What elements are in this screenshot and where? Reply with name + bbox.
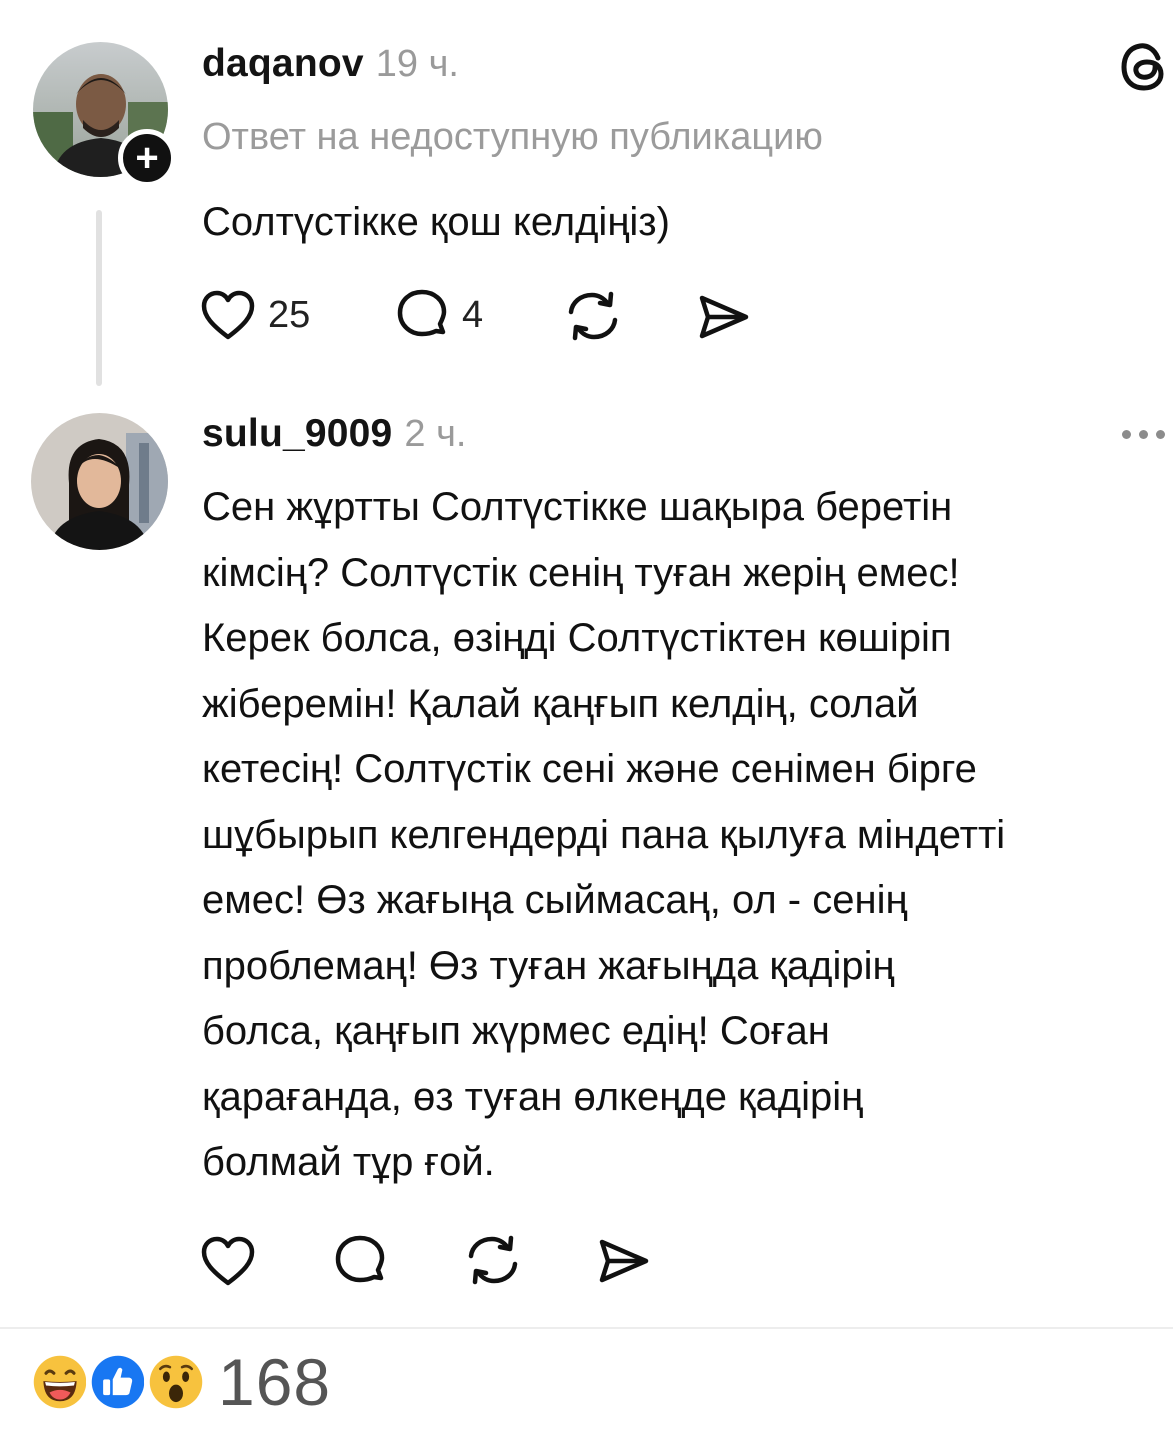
send-icon [599, 1239, 649, 1283]
reactions-summary[interactable]: 168 [28, 1344, 331, 1420]
more-options-button[interactable] [1122, 426, 1172, 442]
like-button[interactable]: 25 [200, 288, 310, 342]
threads-logo-icon[interactable] [1120, 40, 1170, 94]
like-button[interactable] [200, 1234, 256, 1293]
reply-note[interactable]: Ответ на недоступную публикацию [202, 116, 823, 159]
repost-icon [468, 1235, 518, 1285]
share-button[interactable] [596, 1234, 652, 1293]
post-text: Сен жұртты Солтүстікке шақыра беретін кі… [202, 485, 1006, 1184]
thread-line [96, 210, 102, 386]
comment-icon [397, 289, 447, 337]
post-header: daqanov 19 ч. [202, 42, 459, 86]
follow-button[interactable]: + [118, 129, 176, 187]
share-button[interactable] [696, 290, 752, 349]
ellipsis-icon [1122, 429, 1165, 439]
comment-icon [335, 1235, 385, 1283]
repost-icon [568, 291, 618, 341]
reaction-count: 168 [218, 1345, 332, 1419]
timestamp: 2 ч. [404, 413, 467, 455]
comment-button[interactable] [332, 1234, 388, 1293]
user-avatar-woman-icon [31, 413, 168, 550]
like-emoji-icon [86, 1350, 150, 1414]
laugh-emoji-icon [28, 1350, 92, 1414]
post-header: sulu_9009 2 ч. [202, 412, 466, 456]
heart-icon [201, 1236, 255, 1286]
username[interactable]: sulu_9009 [202, 412, 392, 456]
post-text: Солтүстікке қош келдіңіз) [202, 200, 670, 244]
repost-button[interactable] [564, 288, 622, 349]
comment-count: 4 [462, 293, 484, 336]
wow-emoji-icon [144, 1350, 208, 1414]
repost-button[interactable] [464, 1232, 522, 1293]
send-icon [699, 295, 749, 339]
like-count: 25 [268, 293, 311, 336]
heart-icon [201, 290, 255, 340]
divider [0, 1327, 1173, 1329]
comment-button[interactable]: 4 [394, 288, 483, 342]
timestamp: 19 ч. [375, 43, 459, 85]
plus-icon: + [135, 136, 159, 180]
avatar[interactable] [31, 413, 168, 550]
username[interactable]: daqanov [202, 42, 364, 86]
